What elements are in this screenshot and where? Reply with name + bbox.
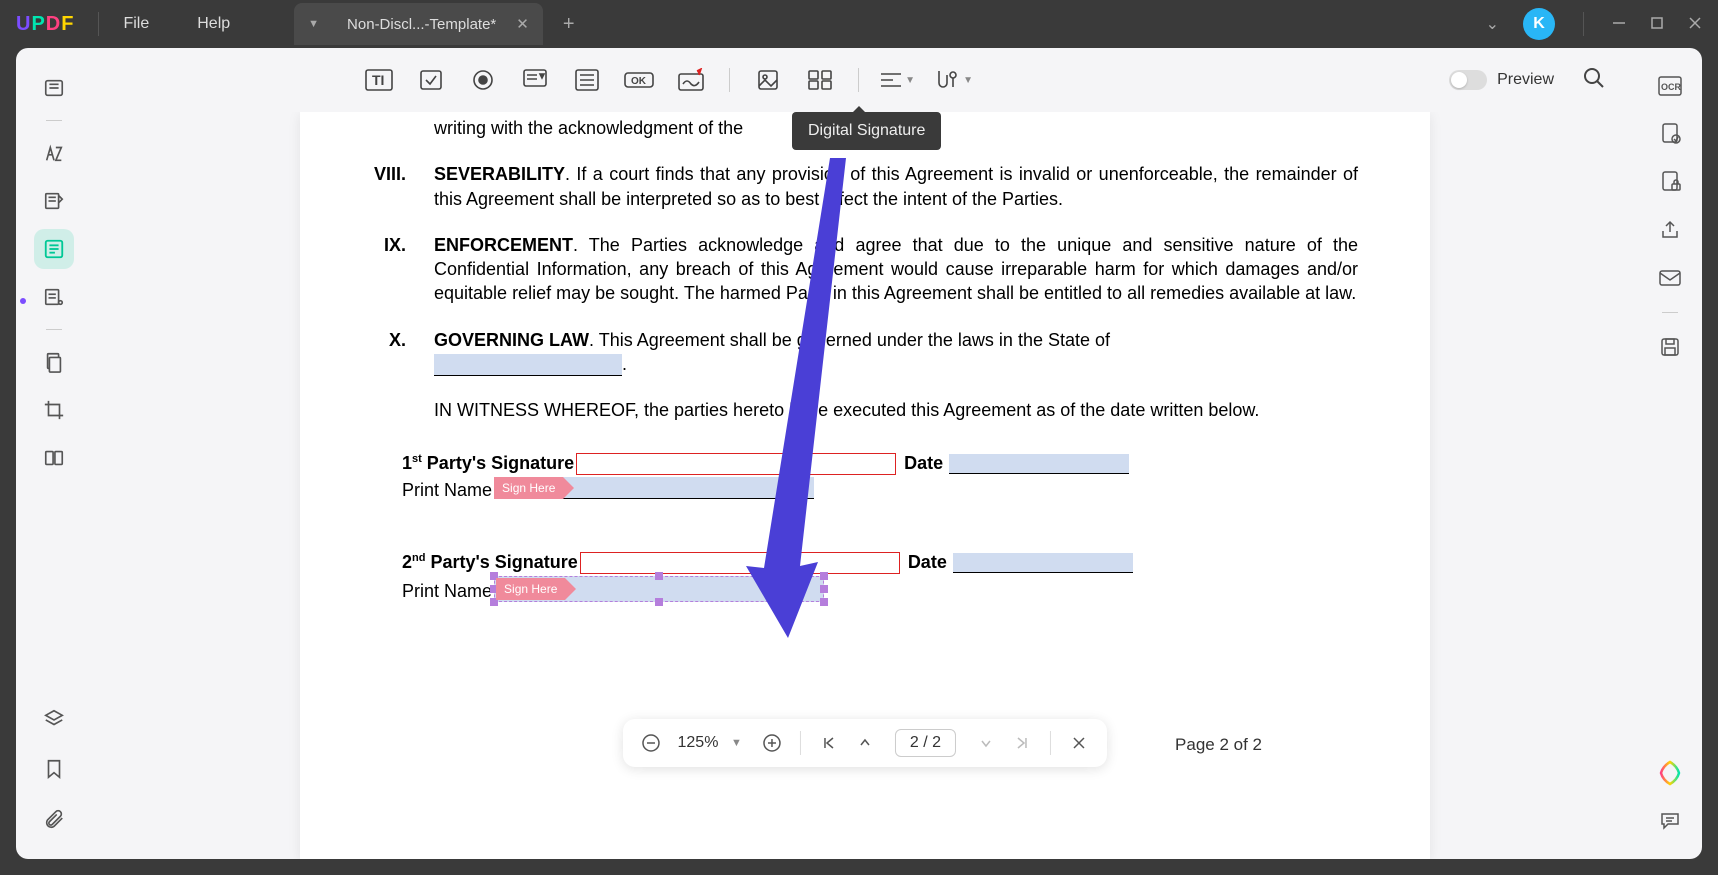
reader-mode-button[interactable] — [34, 68, 74, 108]
form-toolbar: TI OK ▼ ▼ Preview — [92, 48, 1638, 112]
last-page-button[interactable] — [1008, 729, 1036, 757]
ai-button[interactable] — [1652, 755, 1688, 791]
tooltip-digital-signature: Digital Signature — [792, 112, 941, 150]
preview-toggle[interactable]: Preview — [1449, 70, 1554, 90]
app-logo: UPDF — [16, 13, 74, 36]
tab-menu-icon[interactable]: ▼ — [308, 18, 319, 30]
maximize-button[interactable] — [1650, 16, 1664, 33]
witness-paragraph: IN WITNESS WHEREOF, the parties hereto h… — [372, 398, 1358, 422]
digital-signature-button[interactable] — [669, 58, 713, 102]
close-window-button[interactable] — [1688, 16, 1702, 33]
page-input[interactable]: 2 / 2 — [895, 729, 956, 757]
zoom-in-button[interactable] — [758, 729, 786, 757]
section-x: X. GOVERNING LAW. This Agreement shall b… — [372, 328, 1358, 377]
zoom-value: 125% — [673, 734, 723, 752]
close-bar-button[interactable] — [1065, 729, 1093, 757]
image-field-button[interactable] — [746, 58, 790, 102]
separator — [1050, 731, 1051, 755]
alignment-button[interactable]: ▼ — [875, 58, 919, 102]
comment-tool-button[interactable] — [34, 133, 74, 173]
checkbox-button[interactable] — [409, 58, 453, 102]
text-field-button[interactable]: TI — [357, 58, 401, 102]
page-tools-button[interactable] — [34, 342, 74, 382]
state-field[interactable] — [434, 354, 622, 376]
tab-close-icon[interactable]: ✕ — [516, 15, 529, 33]
button-field-button[interactable]: OK — [617, 58, 661, 102]
compare-button[interactable] — [34, 438, 74, 478]
signature-field-1[interactable] — [576, 453, 896, 475]
left-sidebar — [16, 48, 92, 859]
layers-button[interactable] — [34, 699, 74, 739]
zoom-out-button[interactable] — [637, 729, 665, 757]
search-button[interactable] — [1582, 66, 1606, 95]
separator — [729, 68, 730, 92]
chat-button[interactable] — [1652, 803, 1688, 839]
separator — [46, 120, 62, 121]
date-field-button[interactable] — [798, 58, 842, 102]
list-box-button[interactable] — [565, 58, 609, 102]
menu-file[interactable]: File — [123, 15, 149, 33]
toggle-switch[interactable] — [1449, 70, 1487, 90]
separator — [1662, 312, 1678, 313]
radio-button[interactable] — [461, 58, 505, 102]
separator — [858, 68, 859, 92]
next-page-button[interactable] — [972, 729, 1000, 757]
organize-pages-button[interactable] — [34, 277, 74, 317]
tab-title: Non-Discl...-Template* — [347, 16, 496, 33]
new-tab-button[interactable]: + — [563, 13, 575, 36]
window-controls: ⌄ K — [1486, 8, 1702, 40]
zoom-page-bar: 125% ▼ 2 / 2 — [623, 719, 1107, 767]
menu-help[interactable]: Help — [197, 15, 230, 33]
preview-label: Preview — [1497, 71, 1554, 89]
form-tool-button[interactable] — [34, 229, 74, 269]
svg-text:TI: TI — [372, 72, 384, 88]
divider — [98, 12, 99, 36]
redact-button[interactable] — [1652, 164, 1688, 200]
separator — [46, 329, 62, 330]
right-sidebar: OCR — [1638, 48, 1702, 859]
print-name-row-1: Print Name Sign Here — [402, 477, 1358, 504]
date-field-1[interactable] — [949, 454, 1129, 474]
edit-text-button[interactable] — [34, 181, 74, 221]
save-button[interactable] — [1652, 329, 1688, 365]
document-viewport[interactable]: writing with the acknowledgment of the V… — [92, 112, 1638, 859]
form-tools-button[interactable]: ▼ — [927, 58, 979, 102]
section-ix: IX. ENFORCEMENT. The Parties acknowledge… — [372, 233, 1358, 306]
main-container: TI OK ▼ ▼ Preview — [16, 48, 1702, 859]
separator — [800, 731, 801, 755]
chevron-down-icon[interactable]: ⌄ — [1486, 14, 1499, 34]
section-viii: VIII. SEVERABILITY. If a court finds tha… — [372, 162, 1358, 211]
bookmark-button[interactable] — [34, 749, 74, 789]
active-indicator — [20, 298, 26, 304]
print-name-row-2: Print Name Sign Here — [402, 576, 1358, 607]
first-page-button[interactable] — [815, 729, 843, 757]
divider — [1583, 12, 1584, 36]
tab-area: ▼ Non-Discl...-Template* ✕ + — [294, 3, 1485, 45]
svg-text:OCR: OCR — [1661, 82, 1682, 92]
svg-text:OK: OK — [631, 76, 647, 87]
protect-button[interactable] — [1652, 116, 1688, 152]
date-field-2[interactable] — [953, 553, 1133, 573]
document-tab[interactable]: ▼ Non-Discl...-Template* ✕ — [294, 3, 543, 45]
signature-row-2: 2nd Party's Signature Date — [402, 552, 1358, 574]
email-button[interactable] — [1652, 260, 1688, 296]
crop-button[interactable] — [34, 390, 74, 430]
center-area: TI OK ▼ ▼ Preview — [92, 48, 1638, 859]
signature-row-1: 1st Party's Signature Date — [402, 453, 1358, 475]
ocr-button[interactable]: OCR — [1652, 68, 1688, 104]
share-button[interactable] — [1652, 212, 1688, 248]
attachment-button[interactable] — [34, 799, 74, 839]
signature-field-2[interactable] — [580, 552, 900, 574]
zoom-dropdown-icon[interactable]: ▼ — [731, 737, 742, 749]
dropdown-button[interactable] — [513, 58, 557, 102]
minimize-button[interactable] — [1612, 16, 1626, 33]
prev-page-button[interactable] — [851, 729, 879, 757]
title-bar: UPDF File Help ▼ Non-Discl...-Template* … — [0, 0, 1718, 48]
user-avatar[interactable]: K — [1523, 8, 1555, 40]
page-total-label: Page 2 of 2 — [1175, 735, 1262, 755]
sign-here-flag-1: Sign Here — [494, 477, 563, 499]
sign-here-flag-2: Sign Here — [496, 578, 565, 600]
